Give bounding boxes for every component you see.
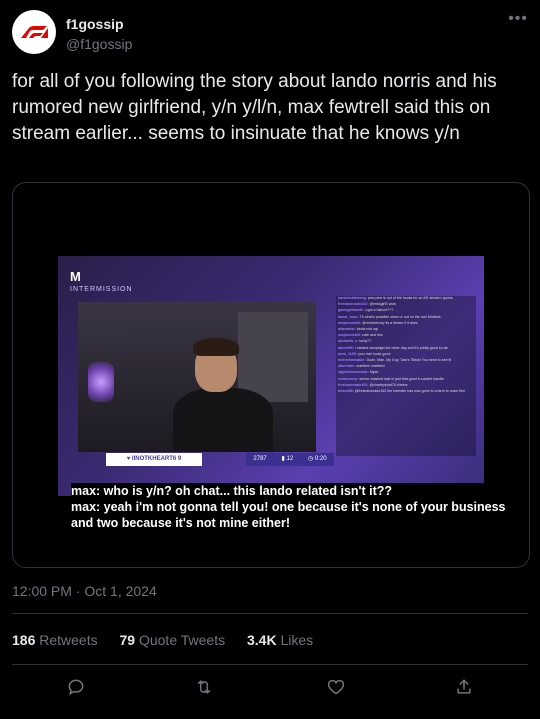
- chat-message: alicel996: i started campaign the other …: [338, 346, 474, 351]
- heart-icon[interactable]: [322, 673, 350, 701]
- retweets-stat[interactable]: 186 Retweets: [12, 632, 98, 648]
- chat-username: aiberitatv:: [338, 364, 356, 369]
- stream-title: INTERMISSION: [70, 286, 133, 293]
- streamer: [173, 338, 273, 452]
- chat-text: kinda mid ngl: [356, 327, 378, 332]
- chat-username: alibeamst:: [338, 327, 356, 332]
- share-icon[interactable]: [450, 673, 478, 701]
- stream-logo: M: [70, 269, 81, 284]
- stream-stats: 2787 ▮ 12 ◷ 0:20: [246, 453, 334, 466]
- chat-text: @mmfurloney its a dream if it does: [362, 320, 418, 325]
- chat-message: sgtpinklemonade: biyou: [338, 370, 474, 375]
- tweet-actions: [0, 673, 540, 701]
- chat-message: alibeamst: kinda mid ngl: [338, 327, 474, 332]
- tweet-header: f1gossip @f1gossip •••: [12, 10, 528, 56]
- chat-text: turby??: [359, 339, 372, 344]
- tweet-media[interactable]: M INTERMISSION nanidoshitelong: pew pew …: [12, 182, 530, 568]
- chat-message: gamegirlnani8: u got a haircut???: [338, 308, 474, 313]
- chat-message: mayboomkill: @mmfurloney its a dream if …: [338, 321, 474, 326]
- clip-count: ▮ 12: [281, 456, 294, 462]
- quotes-stat[interactable]: 79 Quote Tweets: [120, 632, 226, 648]
- stream-frame: M INTERMISSION nanidoshitelong: pew pew …: [58, 256, 484, 496]
- chat-text: Th what's possible since ur out on the r…: [359, 314, 442, 319]
- chat-text: pew pew is out of the books for an M1 st…: [367, 296, 453, 300]
- chat-username: gamegirlnani8:: [338, 308, 364, 313]
- f1-logo-icon: [21, 26, 48, 38]
- clip-time: ◷ 0:20: [308, 456, 327, 462]
- display-name[interactable]: f1gossip: [66, 16, 124, 32]
- user-handle[interactable]: @f1gossip: [66, 36, 132, 52]
- more-icon[interactable]: •••: [508, 10, 528, 28]
- chat-username: mayboomkill:: [338, 333, 362, 338]
- chat-message: rnskeczezy: server crashed sad or just t…: [338, 377, 474, 382]
- chat-message: nanidoshitelong: pew pew is out of the b…: [338, 296, 474, 301]
- chat-text: biyou: [369, 370, 379, 375]
- chat-message: hmhmhmnaalie: Dude, Man. My Guy. Tato's …: [338, 358, 474, 363]
- avatar[interactable]: [12, 10, 56, 54]
- chat-message: alicianila_x: turby??: [338, 339, 474, 344]
- chat-username: rnskeczezy:: [338, 376, 359, 381]
- chat-text: @missgirlS wow: [369, 302, 396, 307]
- stream-chat: nanidoshitelong: pew pew is out of the b…: [336, 296, 476, 456]
- chat-text: cate and him: [362, 333, 383, 338]
- viewer-count: 2787: [253, 456, 267, 462]
- chat-message: freshanecado162: @missgirlS wow: [338, 302, 474, 307]
- chat-message: mayboomkill: cate and him: [338, 333, 474, 338]
- chat-username: alicianila_x:: [338, 339, 359, 344]
- gift-banner: ♥ IINOTKHEART6 9: [106, 453, 202, 466]
- chat-message: mew_1199: your hair looks good: [338, 352, 474, 357]
- chat-username: freshanecado162:: [338, 382, 369, 387]
- chat-text: i started campaign the other day and it'…: [355, 345, 448, 350]
- webcam-view: [78, 302, 316, 452]
- subtitles: max: who is y/n? oh chat... this lando r…: [71, 483, 511, 531]
- tweet-text: for all of you following the story about…: [12, 71, 497, 144]
- lamp: [88, 362, 114, 402]
- subtitle-line-1: max: who is y/n? oh chat... this lando r…: [71, 483, 511, 499]
- retweet-icon[interactable]: [190, 673, 218, 701]
- chat-username: nanidoshitelong:: [338, 296, 367, 300]
- chat-text: your hair looks good: [357, 351, 391, 356]
- chat-username: mayboomkill:: [338, 320, 362, 325]
- chat-text: @charleyboat78 cheers: [369, 382, 408, 387]
- chat-message: aiberitatv: marbles! marbles!: [338, 364, 474, 369]
- chat-text: @freshanecado162 the hamster has now gon…: [354, 389, 466, 394]
- likes-stat[interactable]: 3.4K Likes: [247, 632, 313, 648]
- subtitle-line-2: max: yeah i'm not gonna tell you! one be…: [71, 499, 511, 531]
- chat-text: marbles! marbles!: [356, 364, 385, 369]
- chat-username: lamar_buzz:: [338, 314, 359, 319]
- chat-text: u got a haircut???: [364, 308, 394, 313]
- chat-message: freshanecado162: @charleyboat78 cheers: [338, 383, 474, 388]
- chat-username: freshanecado162:: [338, 302, 369, 307]
- chat-text: Dude, Man. My Guy. Tato's Tiktok! You ne…: [366, 358, 452, 363]
- chat-username: hmhmhmnaalie:: [338, 358, 366, 363]
- reply-icon[interactable]: [62, 673, 90, 701]
- chat-username: ariavd88:: [338, 389, 354, 394]
- chat-text: server crashed sad or just that good it …: [359, 376, 444, 381]
- tweet-stats: 186 Retweets 79 Quote Tweets 3.4K Likes: [12, 632, 313, 648]
- chat-username: alicel996:: [338, 345, 355, 350]
- chat-message: ariavd88: @freshanecado162 the hamster h…: [338, 389, 474, 394]
- chat-username: sgtpinklemonade:: [338, 370, 369, 375]
- chat-username: mew_1199:: [338, 351, 357, 356]
- divider: [12, 664, 528, 665]
- tweet-timestamp[interactable]: 12:00 PM · Oct 1, 2024: [12, 583, 157, 599]
- divider: [12, 613, 528, 614]
- chat-message: lamar_buzz: Th what's possible since ur …: [338, 315, 474, 320]
